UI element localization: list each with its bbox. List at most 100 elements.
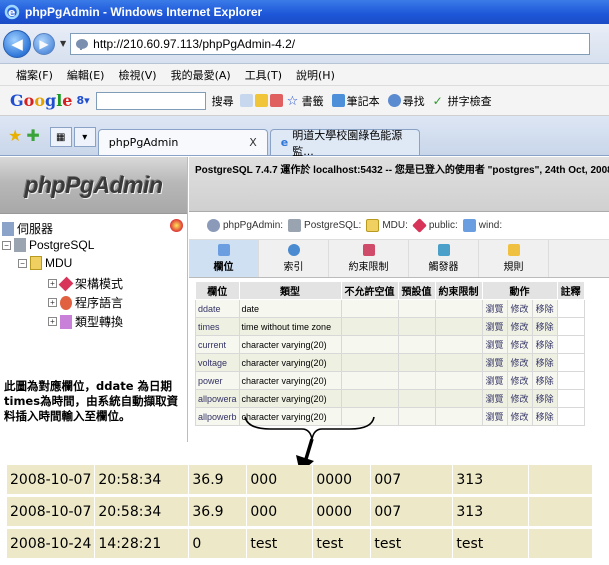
breadcrumb-wind[interactable]: wind: [462, 219, 502, 232]
menu-help[interactable]: 說明(H) [296, 67, 335, 83]
notebook-button[interactable]: 筆記本 [331, 93, 380, 109]
modify-link[interactable]: 修改 [506, 299, 533, 318]
popup-blocker-icon[interactable] [254, 94, 268, 107]
pagerank-icon[interactable] [239, 94, 253, 107]
drop-link[interactable]: 移除 [531, 407, 558, 426]
result-cell: 0000 [313, 497, 372, 529]
tab-indexes-label: 索引 [283, 262, 304, 273]
tab-rules-label: 規則 [503, 262, 524, 273]
drop-link[interactable]: 移除 [531, 353, 558, 372]
result-cell: test [371, 529, 454, 561]
modify-link[interactable]: 修改 [506, 371, 533, 390]
favorites-star-icon[interactable]: ★ [8, 126, 22, 145]
refresh-icon[interactable] [170, 219, 183, 232]
menu-tools[interactable]: 工具(T) [245, 67, 282, 83]
google-search-button[interactable]: 搜尋 [212, 93, 234, 109]
browse-link[interactable]: 瀏覽 [481, 335, 508, 354]
internet-explorer-icon: e [4, 4, 20, 20]
tree-item-servers[interactable]: 伺服器 [2, 220, 53, 237]
browse-link[interactable]: 瀏覽 [481, 317, 508, 336]
tab-phppgadmin[interactable]: phpPgAdmin X [97, 129, 268, 155]
tree-item-schemas[interactable]: + 架構模式 [48, 275, 123, 292]
tab-phppgadmin-label: phpPgAdmin [108, 136, 179, 149]
column-row: times time without time zone 瀏覽 修改 移除 [195, 317, 585, 336]
breadcrumb: phpPgAdmin: PostgreSQL: MDU: public: win… [189, 212, 609, 240]
result-cell: 36.9 [189, 497, 248, 529]
tab-triggers[interactable]: 觸發器 [409, 240, 479, 277]
result-cell: 20:58:34 [95, 465, 190, 497]
result-cell: test [313, 529, 372, 561]
tree-item-mdu[interactable]: − MDU [18, 256, 72, 270]
breadcrumb-phppgadmin-label: phpPgAdmin: [223, 220, 284, 231]
result-cell: 000 [247, 497, 314, 529]
tab-columns[interactable]: 欄位 [189, 240, 259, 277]
drop-link[interactable]: 移除 [531, 317, 558, 336]
annotation-note: 此圖為對應欄位，ddate 為日期times為時間，由系統自動擷取資料插入時間輸… [4, 379, 179, 423]
menu-file[interactable]: 檔案(F) [16, 67, 53, 83]
expand-icon[interactable]: + [48, 317, 57, 326]
drop-link[interactable]: 移除 [531, 299, 558, 318]
column-constraints [434, 371, 483, 390]
tree-item-postgresql[interactable]: − PostgreSQL [2, 238, 94, 252]
browse-link[interactable]: 瀏覽 [481, 353, 508, 372]
tab-indexes[interactable]: 索引 [259, 240, 329, 277]
drop-link[interactable]: 移除 [531, 335, 558, 354]
quick-tabs-button[interactable]: ▦ [49, 127, 72, 147]
tab-rules[interactable]: 規則 [479, 240, 549, 277]
modify-link[interactable]: 修改 [506, 317, 533, 336]
browse-link[interactable]: 瀏覽 [481, 389, 508, 408]
browse-link[interactable]: 瀏覽 [481, 371, 508, 390]
columns-table-body: ddate date 瀏覽 修改 移除 times time without time zo… [195, 299, 585, 426]
forward-button[interactable]: ▶ [33, 32, 55, 55]
menu-edit[interactable]: 編輯(E) [67, 67, 105, 83]
servers-icon [2, 221, 14, 236]
server-icon [288, 219, 302, 232]
modify-link[interactable]: 修改 [506, 353, 533, 372]
find-magnifier-icon [387, 94, 401, 107]
history-dropdown-icon[interactable]: ▼ [60, 39, 66, 48]
drop-link[interactable]: 移除 [531, 389, 558, 408]
spellcheck-label: 拼字檢查 [447, 94, 492, 108]
language-icon [60, 295, 72, 310]
modify-link[interactable]: 修改 [506, 407, 533, 426]
breadcrumb-postgresql[interactable]: PostgreSQL: [288, 219, 361, 232]
tree-servers-label: 伺服器 [17, 222, 54, 236]
tab-close-icon[interactable]: X [249, 136, 257, 149]
autofill-icon[interactable] [269, 94, 283, 107]
column-comment [556, 317, 585, 336]
bookmarks-button[interactable]: ☆ 書籤 [287, 93, 324, 109]
modify-link[interactable]: 修改 [506, 389, 533, 408]
column-row: allpowera character varying(20) 瀏覽 修改 移除 [195, 389, 585, 408]
back-arrow-icon: ◀ [11, 34, 23, 53]
back-button[interactable]: ◀ [3, 29, 31, 58]
breadcrumb-phppgadmin[interactable]: phpPgAdmin: [207, 219, 283, 232]
breadcrumb-public[interactable]: public: [412, 218, 458, 233]
tree-item-casts[interactable]: + 類型轉換 [48, 313, 123, 330]
tree-item-languages[interactable]: + 程序語言 [48, 294, 123, 311]
google-search-input[interactable] [95, 91, 206, 110]
browse-link[interactable]: 瀏覽 [481, 299, 508, 318]
tab-list-button[interactable]: ▾ [73, 127, 96, 147]
expand-icon[interactable]: + [48, 279, 57, 288]
column-comment [556, 407, 585, 426]
find-button[interactable]: 尋找 [387, 93, 425, 109]
collapse-icon[interactable]: − [18, 258, 27, 268]
menu-view[interactable]: 檢視(V) [118, 67, 156, 83]
breadcrumb-mdu[interactable]: MDU: [366, 219, 408, 232]
add-favorite-icon[interactable]: ✚ [26, 126, 39, 145]
modify-link[interactable]: 修改 [506, 335, 533, 354]
google-menu-icon[interactable]: 8▾ [76, 94, 89, 107]
tab-mdu-energy[interactable]: e 明道大學校園綠色能源監... [269, 129, 420, 158]
schema-icon [58, 276, 74, 291]
spellcheck-button[interactable]: ✓ 拼字檢查 [433, 93, 492, 109]
notebook-icon [331, 94, 345, 107]
result-row: 2008-10-07 20:58:34 36.9 000 0000 007 313 [7, 465, 594, 497]
svg-text:e: e [8, 6, 15, 19]
expand-icon[interactable]: + [48, 298, 57, 307]
tab-constraints[interactable]: 約束限制 [329, 240, 409, 277]
drop-link[interactable]: 移除 [531, 371, 558, 390]
collapse-icon[interactable]: − [2, 240, 11, 250]
browse-link[interactable]: 瀏覽 [481, 407, 508, 426]
menu-favorites[interactable]: 我的最愛(A) [171, 67, 231, 83]
url-input[interactable]: http://210.60.97.113/phpPgAdmin-4.2/ [70, 32, 591, 55]
